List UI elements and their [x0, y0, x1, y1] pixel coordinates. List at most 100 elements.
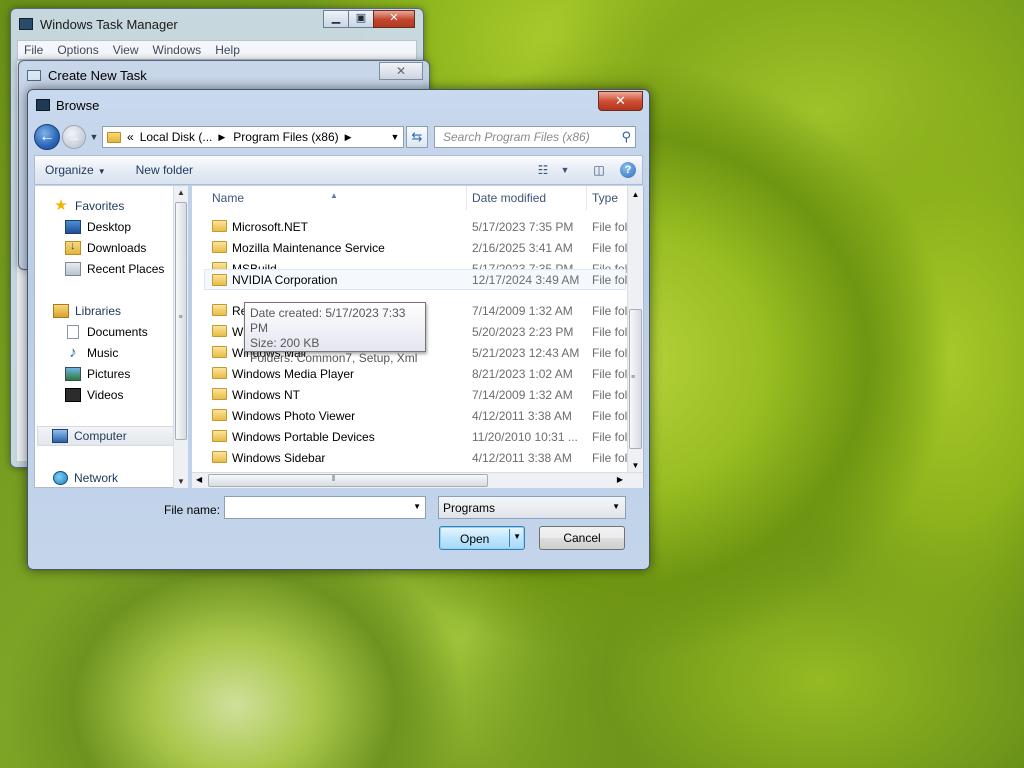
- nav-videos[interactable]: Videos: [65, 385, 123, 405]
- address-segment-program-files[interactable]: Program Files (x86): [233, 130, 338, 144]
- scroll-up-icon[interactable]: ▲: [628, 190, 643, 199]
- column-header-date-modified[interactable]: Date modified: [472, 191, 546, 205]
- downloads-icon: [65, 240, 81, 255]
- navigation-pane: ★ Favorites Desktop Downloads Recent Pla…: [34, 186, 188, 488]
- grip-icon: ⦀: [332, 474, 336, 483]
- scroll-down-icon[interactable]: ▼: [174, 477, 188, 486]
- file-list-vertical-scrollbar[interactable]: ▲ ≡ ▼: [627, 186, 643, 472]
- nav-libraries[interactable]: Libraries: [53, 301, 121, 321]
- folder-icon: [212, 430, 227, 442]
- file-type: File fol: [592, 429, 628, 444]
- column-header-type[interactable]: Type: [592, 191, 618, 205]
- scrollbar-thumb[interactable]: [208, 474, 488, 487]
- recent-pages-dropdown-icon[interactable]: ▼: [88, 132, 100, 142]
- nav-computer[interactable]: Computer: [37, 426, 175, 446]
- file-list-horizontal-scrollbar[interactable]: ◀ ⦀ ▶: [192, 472, 643, 488]
- column-divider[interactable]: [586, 186, 587, 210]
- file-date: 7/14/2009 1:32 AM: [472, 387, 573, 402]
- close-button[interactable]: ✕: [379, 62, 423, 80]
- scroll-left-icon[interactable]: ◀: [196, 475, 202, 484]
- menu-view[interactable]: View: [113, 43, 139, 57]
- create-new-task-titlebar[interactable]: Create New Task: [19, 61, 429, 89]
- file-date: 11/20/2010 10:31 ...: [472, 429, 578, 444]
- file-row[interactable]: Mozilla Maintenance Service 2/16/2025 3:…: [192, 237, 627, 258]
- search-icon[interactable]: ⚲: [621, 129, 631, 145]
- chevron-down-icon[interactable]: ▼: [560, 165, 570, 175]
- file-type-value: Programs: [443, 501, 496, 515]
- organize-button[interactable]: Organize ▼: [45, 163, 106, 177]
- help-icon[interactable]: ?: [620, 162, 636, 178]
- close-button[interactable]: ✕: [598, 91, 643, 111]
- minimize-button[interactable]: ▁: [323, 10, 349, 28]
- file-type-select[interactable]: Programs ▼: [438, 496, 626, 519]
- search-placeholder: Search Program Files (x86): [443, 130, 590, 144]
- scrollbar-thumb[interactable]: [175, 202, 187, 440]
- refresh-icon[interactable]: ⇆: [406, 126, 428, 148]
- file-type: File fol: [592, 387, 628, 402]
- search-input[interactable]: Search Program Files (x86) ⚲: [434, 126, 636, 148]
- chevron-right-icon[interactable]: ▶: [218, 132, 225, 143]
- view-controls: ☷ ▼ ◫ ?: [526, 162, 642, 178]
- cancel-button[interactable]: Cancel: [539, 526, 625, 550]
- nav-music[interactable]: ♪ Music: [65, 343, 118, 363]
- menu-help[interactable]: Help: [215, 43, 240, 57]
- nav-desktop[interactable]: Desktop: [65, 217, 131, 237]
- menu-file[interactable]: File: [24, 43, 43, 57]
- address-segment-local-disk[interactable]: Local Disk (...: [140, 130, 213, 144]
- file-name: Windows Media Player: [232, 366, 355, 381]
- chevron-down-icon[interactable]: ▼: [387, 132, 403, 142]
- scroll-down-icon[interactable]: ▼: [628, 461, 643, 470]
- tooltip-date-created: Date created: 5/17/2023 7:33 PM: [250, 306, 406, 335]
- file-name: Windows Portable Devices: [232, 429, 375, 444]
- file-name: W: [232, 324, 244, 339]
- file-date: 5/21/2023 12:43 AM: [472, 345, 580, 360]
- nav-pictures[interactable]: Pictures: [65, 364, 130, 384]
- nav-documents[interactable]: Documents: [65, 322, 148, 342]
- documents-icon: [67, 325, 79, 339]
- maximize-button[interactable]: ▣: [348, 10, 374, 28]
- file-row[interactable]: Windows Media Player 8/21/2023 1:02 AM F…: [192, 363, 627, 384]
- nav-recent-places[interactable]: Recent Places: [65, 259, 164, 279]
- chevron-down-icon: ▼: [97, 167, 106, 176]
- menu-windows[interactable]: Windows: [153, 43, 202, 57]
- nav-label: Libraries: [75, 304, 122, 318]
- file-row[interactable]: Windows Photo Viewer 4/12/2011 3:38 AM F…: [192, 405, 627, 426]
- forward-arrow-icon[interactable]: →: [62, 125, 86, 149]
- open-button[interactable]: Open ▼: [439, 526, 525, 550]
- navigation-bar: ← → ▼ « Local Disk (... ▶ Program Files …: [34, 123, 643, 151]
- chevron-right-icon[interactable]: ▶: [345, 132, 352, 143]
- nav-network[interactable]: Network: [53, 468, 118, 488]
- back-arrow-icon[interactable]: ←: [34, 124, 60, 150]
- file-name-input[interactable]: ▼: [224, 496, 426, 519]
- folder-icon: [212, 304, 227, 316]
- nav-downloads[interactable]: Downloads: [65, 238, 146, 258]
- task-manager-menubar: File Options View Windows Help: [17, 40, 417, 60]
- chevron-down-icon[interactable]: ▼: [513, 532, 521, 541]
- file-name-label: File name:: [164, 503, 221, 517]
- browse-titlebar[interactable]: Browse: [28, 90, 649, 120]
- menu-options[interactable]: Options: [57, 43, 98, 57]
- file-row-hovered[interactable]: NVIDIA Corporation 12/17/2024 3:49 AM Fi…: [204, 269, 627, 290]
- nav-pane-scrollbar[interactable]: ▲ ≡ ▼: [173, 186, 188, 488]
- column-header-name[interactable]: Name: [212, 191, 244, 205]
- new-folder-button[interactable]: New folder: [136, 163, 193, 177]
- file-row[interactable]: Windows Portable Devices 11/20/2010 10:3…: [192, 426, 627, 447]
- scroll-up-icon[interactable]: ▲: [174, 188, 188, 197]
- file-row[interactable]: Windows NT 7/14/2009 1:32 AM File fol: [192, 384, 627, 405]
- file-type: File fol: [592, 408, 628, 423]
- scroll-right-icon[interactable]: ▶: [617, 475, 623, 484]
- preview-pane-icon[interactable]: ◫: [588, 163, 610, 177]
- address-bar[interactable]: « Local Disk (... ▶ Program Files (x86) …: [102, 126, 404, 148]
- file-row[interactable]: Microsoft.NET 5/17/2023 7:35 PM File fol: [192, 216, 627, 237]
- chevron-down-icon[interactable]: ▼: [413, 502, 421, 511]
- computer-icon: [52, 429, 68, 443]
- column-divider[interactable]: [466, 186, 467, 210]
- music-icon: ♪: [69, 344, 77, 361]
- close-button[interactable]: ✕: [373, 10, 415, 28]
- chevron-down-icon[interactable]: ▼: [612, 502, 620, 511]
- change-view-icon[interactable]: ☷: [532, 163, 554, 177]
- address-overflow[interactable]: «: [127, 130, 134, 144]
- nav-favorites[interactable]: ★ Favorites: [53, 196, 124, 216]
- file-row[interactable]: Windows Sidebar 4/12/2011 3:38 AM File f…: [192, 447, 627, 468]
- file-date: 2/16/2025 3:41 AM: [472, 240, 573, 255]
